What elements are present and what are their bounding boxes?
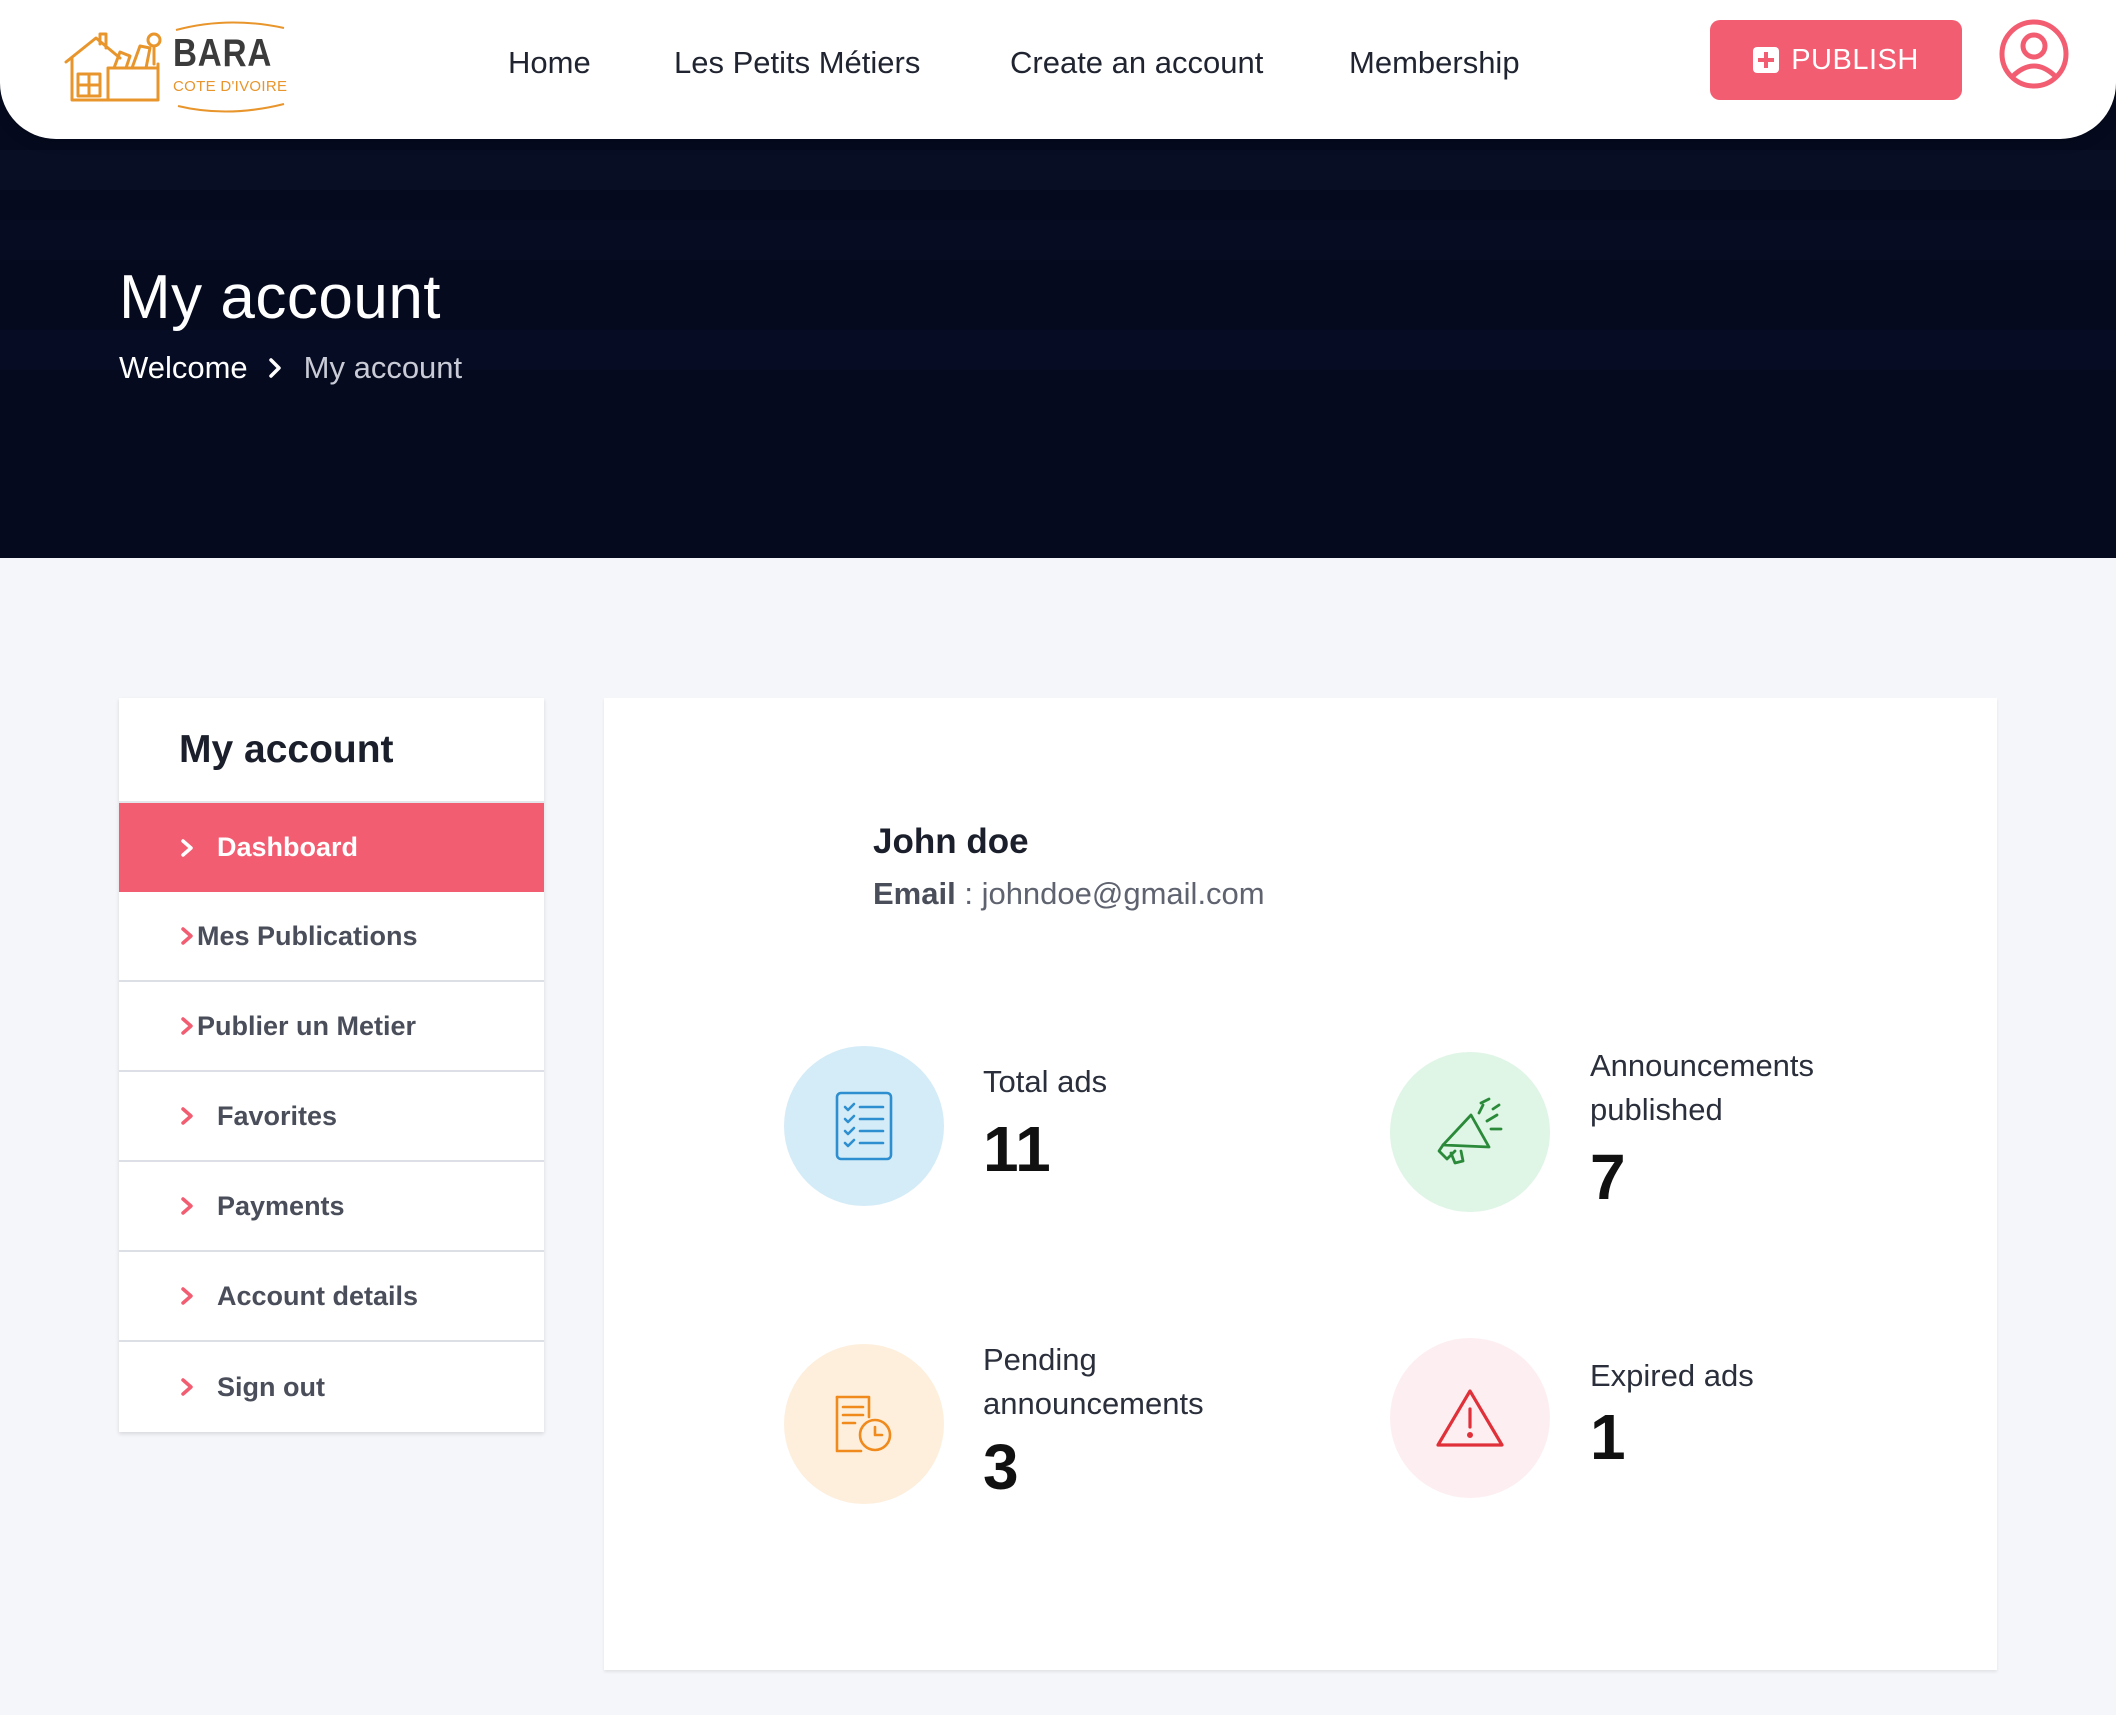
chevron-right-icon: [181, 838, 193, 857]
dashboard-card: John doe Email : johndoe@gmail.com Total…: [604, 698, 1997, 1670]
sidebar-item-label: Sign out: [217, 1371, 325, 1402]
chevron-right-icon: [181, 1197, 193, 1215]
hero-texture: [0, 150, 2116, 190]
document-clock-icon: [835, 1395, 892, 1453]
expired-value: 1: [1590, 1401, 1626, 1473]
sidebar-item-payments[interactable]: Payments: [119, 1162, 544, 1252]
total-ads-icon-circle: [784, 1046, 944, 1206]
warning-icon: [1436, 1389, 1504, 1447]
total-ads-label: Total ads: [983, 1064, 1108, 1099]
plus-square-icon: [1753, 47, 1780, 73]
sidebar-item-account-details[interactable]: Account details: [119, 1252, 544, 1342]
nav-home[interactable]: Home: [508, 45, 591, 81]
pending-icon-circle: [784, 1344, 944, 1504]
sidebar-item-favorites[interactable]: Favorites: [119, 1072, 544, 1162]
sidebar-item-label: Dashboard: [217, 832, 359, 862]
hero-texture: [0, 220, 2116, 260]
house-tools-icon: [64, 32, 162, 102]
breadcrumb-home-link[interactable]: Welcome: [119, 350, 248, 386]
email-value: johndoe@gmail.com: [981, 876, 1265, 911]
pending-value: 3: [983, 1431, 1019, 1503]
sidebar-item-label: Account details: [217, 1280, 419, 1311]
nav-create-account[interactable]: Create an account: [1010, 45, 1263, 81]
chevron-right-icon: [181, 927, 193, 945]
logo-swoosh: [175, 21, 285, 113]
sidebar-item-label: Publier un Metier: [197, 1010, 417, 1041]
chevron-right-icon: [181, 1017, 193, 1035]
sidebar-item-sign-out[interactable]: Sign out: [119, 1342, 544, 1432]
page-title: My account: [119, 263, 442, 332]
breadcrumb: Welcome My account: [119, 350, 462, 386]
email-label: Email: [873, 876, 956, 911]
chevron-right-icon: [181, 1287, 193, 1305]
email-separator: :: [955, 876, 982, 911]
nav-membership[interactable]: Membership: [1349, 45, 1520, 81]
chevron-right-icon: [181, 1107, 193, 1125]
account-sidebar: My account Dashboard Mes Publications Pu…: [119, 698, 544, 1432]
pending-label: Pending announcements: [983, 1342, 1204, 1421]
checklist-icon: [835, 1091, 893, 1161]
megaphone-icon: [1437, 1097, 1503, 1165]
nav-petits-metiers[interactable]: Les Petits Métiers: [674, 45, 920, 81]
sidebar-item-publier-metier[interactable]: Publier un Metier: [119, 982, 544, 1072]
breadcrumb-current: My account: [303, 350, 463, 385]
published-icon-circle: [1390, 1052, 1550, 1212]
expired-icon-circle: [1390, 1338, 1550, 1498]
chevron-right-icon: [181, 1378, 193, 1396]
expired-label: Expired ads: [1590, 1358, 1754, 1393]
chevron-right-icon: [260, 353, 290, 383]
sidebar-item-mes-publications[interactable]: Mes Publications: [119, 892, 544, 982]
user-account-icon[interactable]: [1998, 18, 2070, 90]
site-header: BARA COTE D'IVOIRE Home Les Petits Métie…: [0, 0, 2116, 139]
sidebar-item-dashboard[interactable]: Dashboard: [119, 803, 544, 892]
published-value: 7: [1590, 1141, 1626, 1213]
profile-name: John doe: [873, 822, 1029, 861]
publish-button[interactable]: PUBLISH: [1710, 20, 1962, 100]
sidebar-title: My account: [119, 698, 544, 803]
sidebar-item-label: Mes Publications: [197, 920, 418, 951]
total-ads-value: 11: [983, 1113, 1051, 1185]
profile-email: Email : johndoe@gmail.com: [873, 876, 1265, 912]
sidebar-item-label: Favorites: [217, 1100, 338, 1131]
published-label: Announcements published: [1590, 1048, 1815, 1127]
sidebar-item-label: Payments: [217, 1190, 345, 1221]
publish-label: PUBLISH: [1791, 43, 1919, 76]
logo[interactable]: BARA COTE D'IVOIRE: [60, 18, 290, 118]
